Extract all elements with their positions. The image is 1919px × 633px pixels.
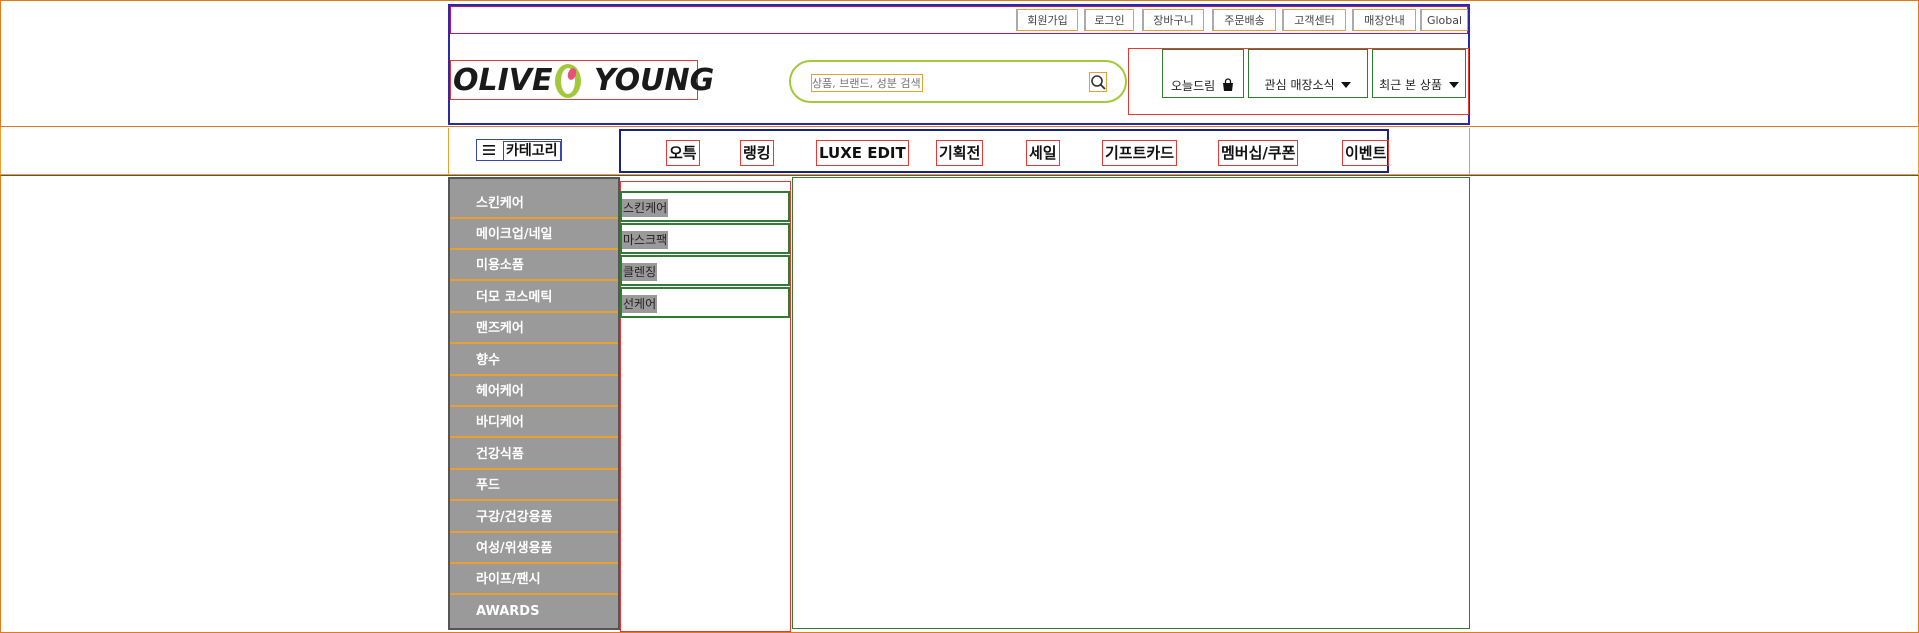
category-content-area	[792, 177, 1470, 629]
search-button[interactable]	[1089, 72, 1107, 92]
recent-products-button[interactable]: 최근 본 상품	[1372, 49, 1466, 98]
subcategory-item-maskpack[interactable]: 마스크팩	[620, 223, 790, 254]
hamburger-icon	[483, 145, 495, 155]
util-link-login[interactable]: 로그인	[1084, 9, 1134, 31]
util-link-orders[interactable]: 주문배송	[1212, 9, 1276, 31]
subcategory-item-suncare[interactable]: 선케어	[620, 287, 790, 318]
store-news-button[interactable]: 관심 매장소식	[1248, 49, 1368, 98]
category-item-awards[interactable]: AWARDS	[450, 597, 618, 627]
subcategory-label: 클렌징	[622, 263, 658, 281]
search-box	[789, 60, 1127, 103]
logo[interactable]: OLIVE YOUNG	[450, 60, 714, 100]
category-item-health-food[interactable]: 건강식품	[450, 440, 618, 470]
logo-text-young: YOUNG	[594, 63, 715, 98]
category-item-haircare[interactable]: 헤어케어	[450, 377, 618, 407]
logo-text-olive: OLIVE	[453, 63, 553, 98]
category-item-mens-care[interactable]: 맨즈케어	[450, 314, 618, 344]
recent-products-label: 최근 본 상품	[1379, 78, 1442, 92]
util-link-customer-center[interactable]: 고객센터	[1282, 9, 1346, 31]
subcategory-item-skincare[interactable]: 스킨케어	[620, 191, 790, 222]
category-item-derma-cosmetic[interactable]: 더모 코스메틱	[450, 283, 618, 313]
category-label: 카테고리	[503, 141, 561, 161]
category-item-skincare[interactable]: 스킨케어	[450, 189, 618, 219]
util-link-signup[interactable]: 회원가입	[1016, 9, 1078, 31]
subcategory-label: 선케어	[622, 295, 658, 313]
subcategory-label: 마스크팩	[622, 231, 669, 249]
nav-item-ranking[interactable]: 랭킹	[740, 140, 774, 166]
today-delivery-button[interactable]: 오늘드림	[1162, 49, 1244, 98]
util-link-global[interactable]: Global	[1420, 9, 1468, 31]
category-item-fragrance[interactable]: 향수	[450, 346, 618, 376]
category-item-makeup-nail[interactable]: 메이크업/네일	[450, 220, 618, 250]
subcategory-label: 스킨케어	[622, 199, 669, 217]
nav-item-sale[interactable]: 세일	[1026, 140, 1060, 166]
category-item-oral-health[interactable]: 구강/건강용품	[450, 503, 618, 533]
category-item-life-fancy[interactable]: 라이프/팬시	[450, 565, 618, 595]
category-button[interactable]: 카테고리	[476, 139, 562, 161]
store-news-label: 관심 매장소식	[1264, 78, 1335, 92]
nav-item-luxe-edit[interactable]: LUXE EDIT	[816, 140, 909, 166]
subcategory-item-cleansing[interactable]: 클렌징	[620, 255, 790, 286]
category-item-food[interactable]: 푸드	[450, 471, 618, 501]
nav-item-membership-coupon[interactable]: 멤버십/쿠폰	[1218, 140, 1299, 166]
nav-item-event[interactable]: 이벤트	[1342, 140, 1390, 166]
category-item-bodycare[interactable]: 바디케어	[450, 408, 618, 438]
today-delivery-label: 오늘드림	[1171, 79, 1216, 93]
nav-item-exhibition[interactable]: 기획전	[936, 140, 984, 166]
search-icon	[1091, 75, 1106, 90]
category-item-beauty-tools[interactable]: 미용소품	[450, 251, 618, 281]
util-link-cart[interactable]: 장바구니	[1142, 9, 1204, 31]
logo-o-mark-icon	[555, 64, 581, 98]
category-item-women-hygiene[interactable]: 여성/위생용품	[450, 534, 618, 564]
util-link-store-info[interactable]: 매장안내	[1352, 9, 1416, 31]
caret-down-icon	[1448, 82, 1459, 88]
nav-item-otuk[interactable]: 오특	[666, 140, 700, 166]
search-input[interactable]	[811, 74, 923, 92]
caret-down-icon	[1341, 82, 1352, 88]
nav-item-giftcard[interactable]: 기프트카드	[1102, 140, 1178, 166]
shopping-bag-icon	[1223, 78, 1233, 91]
